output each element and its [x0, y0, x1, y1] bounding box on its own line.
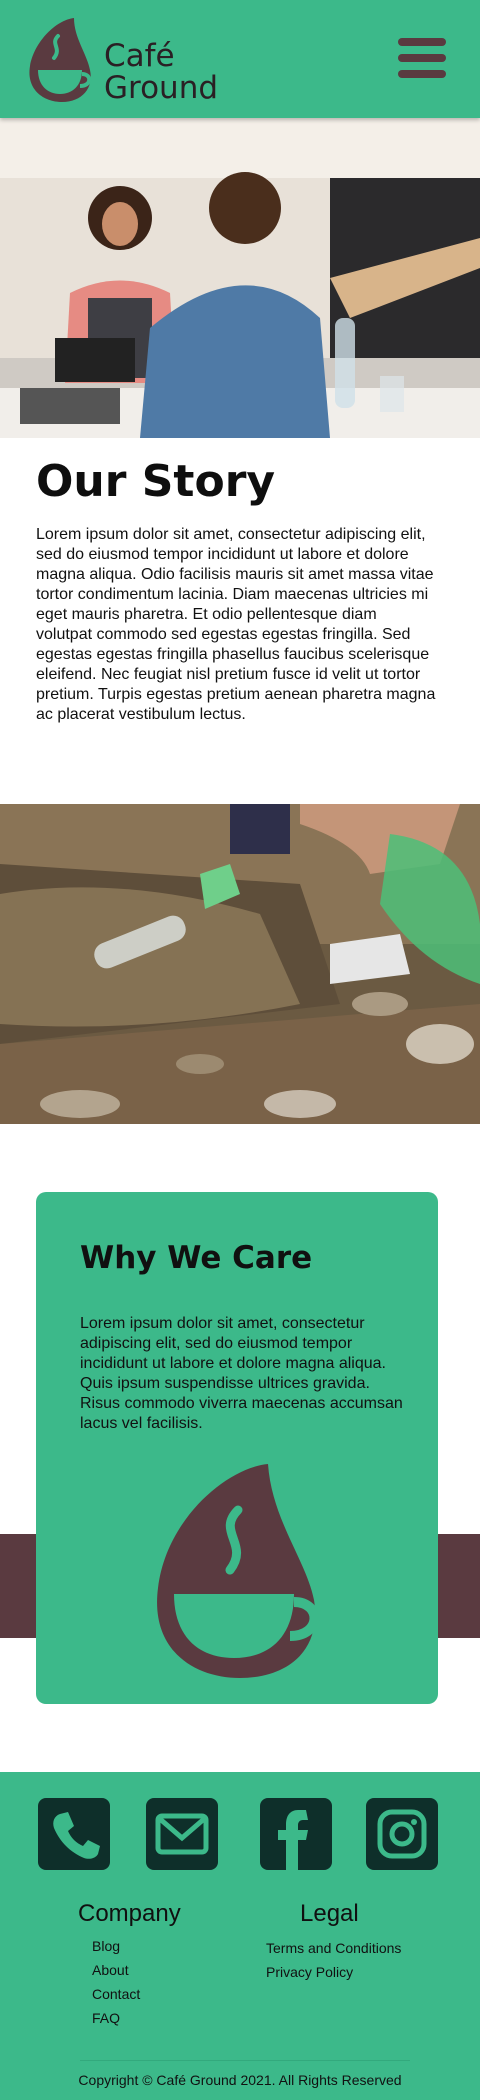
hero-photo [0, 118, 480, 438]
our-story-title: Our Story [36, 456, 276, 507]
site-footer: Company Blog About Contact FAQ Legal Ter… [0, 1772, 480, 2100]
our-story-section: Our Story Lorem ipsum dolor sit amet, co… [36, 456, 436, 725]
footer-divider [80, 2060, 410, 2061]
footer-link-contact[interactable]: Contact [92, 1982, 140, 2006]
footer-link-privacy[interactable]: Privacy Policy [266, 1960, 401, 1984]
phone-icon[interactable] [38, 1798, 110, 1870]
mail-icon[interactable] [146, 1798, 218, 1870]
brand-line-2: Ground [104, 70, 219, 106]
company-links: Blog About Contact FAQ [92, 1934, 140, 2030]
footer-link-faq[interactable]: FAQ [92, 2006, 140, 2030]
site-header: Café Ground [0, 0, 480, 118]
legal-links: Terms and Conditions Privacy Policy [266, 1936, 401, 1984]
hamburger-menu-icon[interactable] [398, 38, 446, 82]
why-we-care-title: Why We Care [80, 1240, 313, 1276]
company-heading: Company [78, 1900, 181, 1927]
our-story-text: Lorem ipsum dolor sit amet, consectetur … [36, 526, 436, 723]
brand-name[interactable]: Café Ground [104, 40, 218, 104]
facebook-icon[interactable] [260, 1798, 332, 1870]
why-we-care-text: Lorem ipsum dolor sit amet, consectetur … [80, 1315, 403, 1432]
instagram-icon[interactable] [366, 1798, 438, 1870]
footer-link-terms[interactable]: Terms and Conditions [266, 1936, 401, 1960]
cleanup-photo [0, 804, 480, 1124]
footer-link-blog[interactable]: Blog [92, 1934, 140, 1958]
footer-link-about[interactable]: About [92, 1958, 140, 1982]
coffee-drop-logo-icon[interactable] [26, 14, 96, 104]
brand-line-1: Café [104, 38, 175, 74]
coffee-cup-drop-icon [157, 1464, 320, 1678]
why-we-care-card: Why We Care Lorem ipsum dolor sit amet, … [36, 1192, 438, 1704]
copyright-text: Copyright © Café Ground 2021. All Rights… [78, 2072, 402, 2088]
legal-heading: Legal [300, 1900, 359, 1927]
